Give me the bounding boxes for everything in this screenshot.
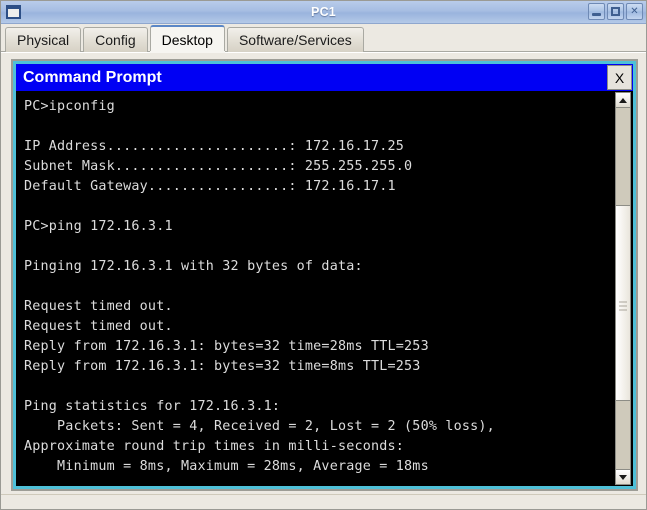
command-prompt-close-button[interactable]: X bbox=[607, 65, 632, 90]
tab-config[interactable]: Config bbox=[83, 27, 148, 52]
window-controls: ✕ bbox=[588, 3, 643, 20]
maximize-glyph bbox=[611, 7, 620, 16]
scrollbar-track-lower[interactable] bbox=[615, 401, 631, 469]
window-title: PC1 bbox=[311, 5, 336, 19]
device-window: PC1 ✕ Physical Config Desktop Software/S… bbox=[0, 0, 647, 510]
scrollbar-thumb[interactable] bbox=[615, 205, 631, 401]
tab-bar: Physical Config Desktop Software/Service… bbox=[1, 24, 646, 53]
tab-desktop[interactable]: Desktop bbox=[149, 25, 226, 53]
command-prompt-body: PC>ipconfig IP Address..................… bbox=[16, 91, 633, 486]
close-glyph: ✕ bbox=[630, 5, 639, 17]
minimize-glyph bbox=[592, 13, 601, 16]
tab-software-services[interactable]: Software/Services bbox=[226, 27, 364, 52]
command-prompt-inner: Command Prompt X PC>ipconfig IP Address.… bbox=[16, 64, 633, 486]
window-icon[interactable] bbox=[6, 5, 21, 19]
minimize-icon[interactable] bbox=[588, 3, 605, 20]
scrollbar-track-upper[interactable] bbox=[615, 108, 631, 205]
command-prompt-window: Command Prompt X PC>ipconfig IP Address.… bbox=[11, 59, 638, 491]
maximize-icon[interactable] bbox=[607, 3, 624, 20]
command-prompt-title-bar: Command Prompt X bbox=[16, 64, 633, 91]
tab-label: Config bbox=[95, 32, 136, 48]
tab-label: Software/Services bbox=[238, 32, 352, 48]
scrollbar-grip-icon bbox=[619, 299, 627, 311]
scroll-up-icon[interactable] bbox=[615, 92, 631, 108]
window-title-bar: PC1 ✕ bbox=[1, 1, 646, 24]
scroll-down-glyph bbox=[619, 474, 627, 480]
terminal-scrollbar[interactable] bbox=[615, 91, 633, 486]
scroll-up-glyph bbox=[619, 97, 627, 103]
command-prompt-title: Command Prompt bbox=[23, 68, 162, 86]
tab-physical[interactable]: Physical bbox=[5, 27, 82, 52]
window-bottom-filler bbox=[1, 494, 646, 509]
tab-label: Physical bbox=[17, 32, 70, 48]
terminal-output[interactable]: PC>ipconfig IP Address..................… bbox=[16, 91, 615, 486]
close-icon[interactable]: ✕ bbox=[626, 3, 643, 20]
scroll-down-icon[interactable] bbox=[615, 469, 631, 485]
tab-label: Desktop bbox=[161, 31, 213, 48]
